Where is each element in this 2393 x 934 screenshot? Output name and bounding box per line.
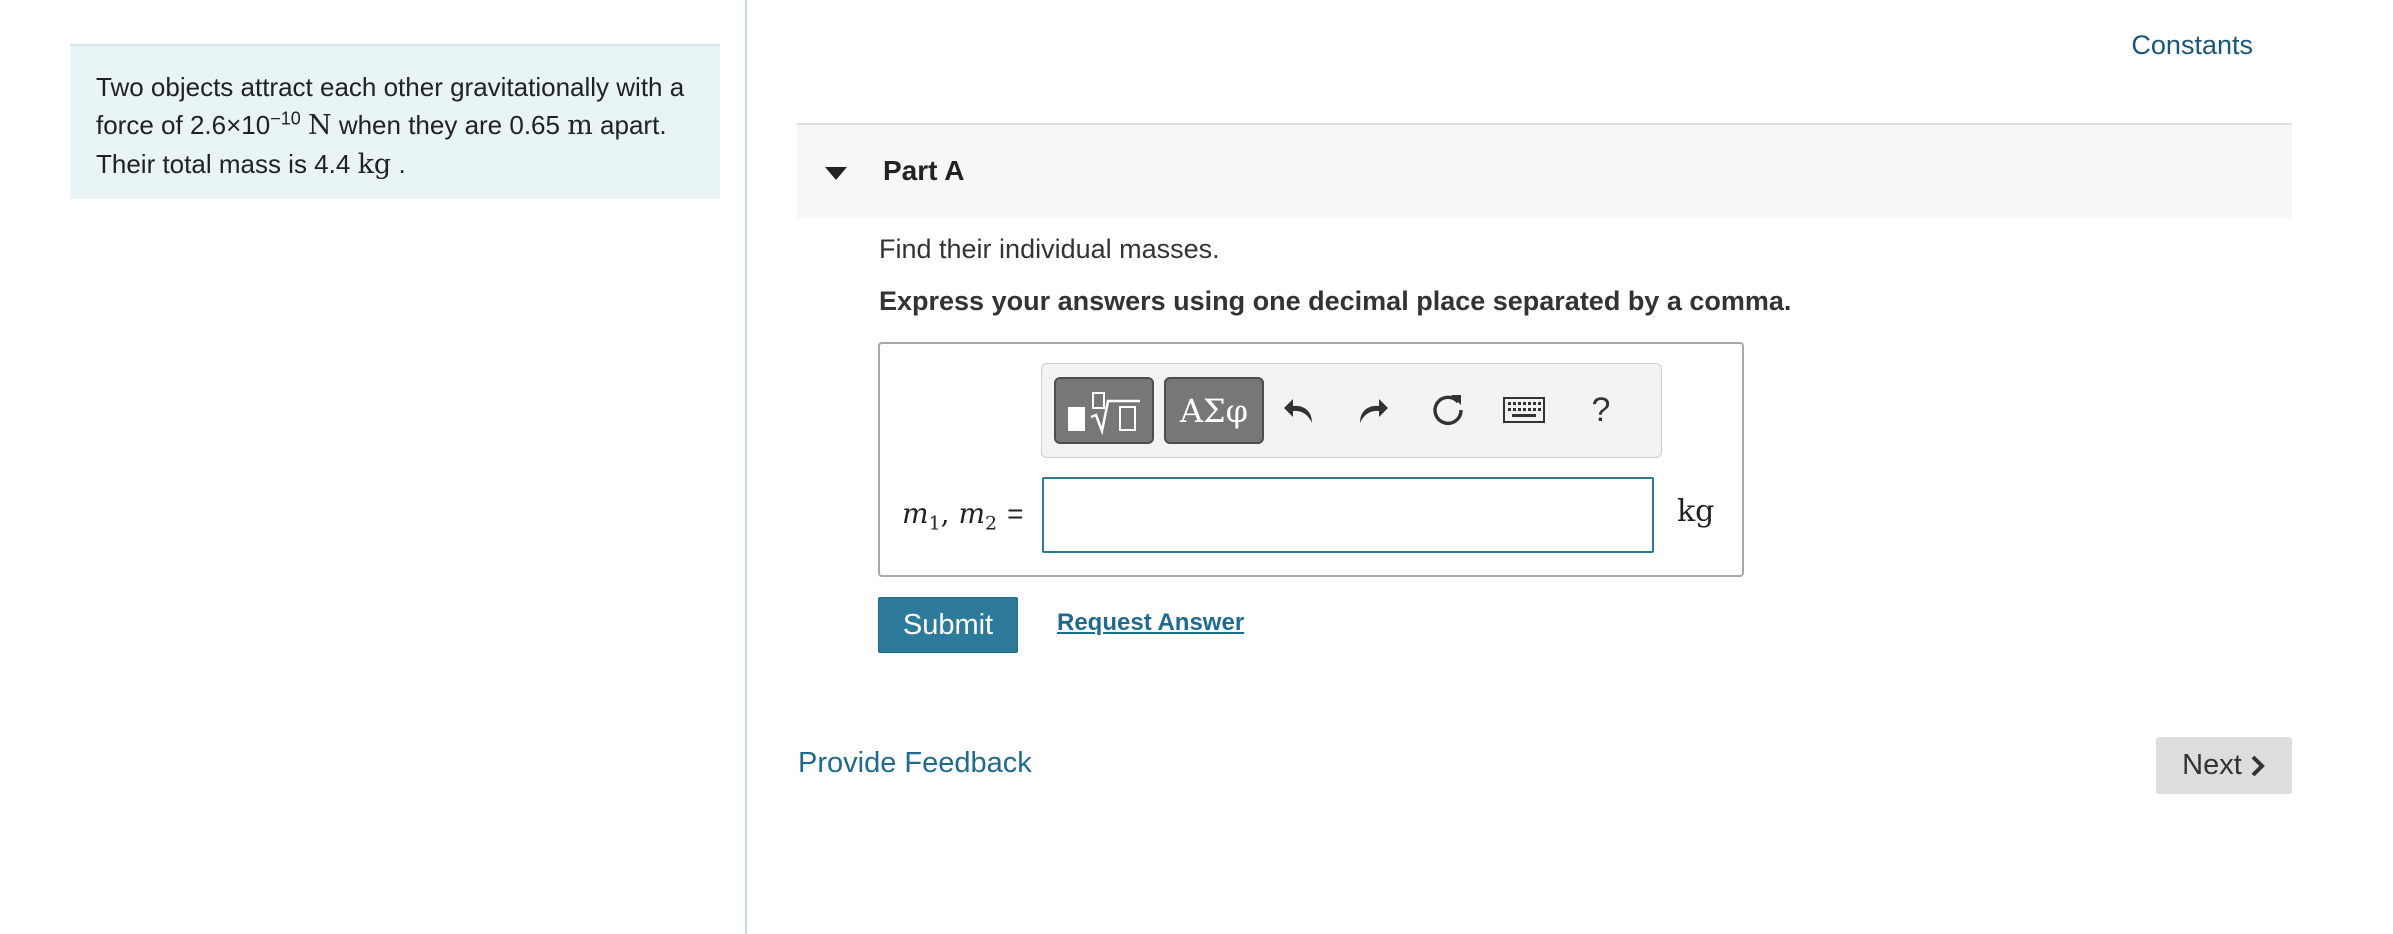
request-answer-link[interactable]: Request Answer	[1057, 609, 1244, 637]
templates-icon	[1068, 391, 1140, 435]
subscript-1: 1	[928, 512, 941, 535]
problem-text: .	[391, 149, 406, 179]
problem-text: apart.	[592, 110, 667, 140]
problem-text: force of	[96, 110, 190, 140]
math-toolbar: ΑΣφ ?	[1041, 363, 1662, 458]
force-coefficient: 2.6×10	[189, 110, 271, 140]
keyboard-button[interactable]	[1501, 386, 1547, 434]
reset-icon	[1433, 395, 1463, 426]
distance-value: 0.65	[509, 110, 560, 140]
undo-button[interactable]	[1276, 386, 1322, 434]
redo-button[interactable]	[1350, 386, 1396, 434]
chevron-right-icon	[2250, 754, 2266, 778]
help-button[interactable]: ?	[1578, 386, 1624, 434]
variable-m1: m	[902, 497, 929, 530]
problem-text: when they are	[331, 110, 510, 140]
problem-line-3: Their total mass is 4.4 kg .	[96, 145, 694, 184]
problem-line-1: Two objects attract each other gravitati…	[96, 72, 685, 102]
answer-variable-label: m1, m2 =	[902, 497, 1023, 535]
next-button[interactable]: Next	[2156, 737, 2292, 794]
answer-input[interactable]	[1042, 477, 1654, 553]
help-icon: ?	[1591, 390, 1611, 429]
reset-button[interactable]	[1425, 386, 1471, 434]
problem-statement: Two objects attract each other gravitati…	[70, 44, 720, 199]
greek-symbols-button[interactable]: ΑΣφ	[1164, 377, 1264, 444]
submit-button[interactable]: Submit	[878, 597, 1018, 653]
provide-feedback-link[interactable]: Provide Feedback	[798, 747, 1032, 780]
subscript-2: 2	[985, 512, 998, 535]
problem-line-2: force of 2.6×10−10 N when they are 0.65 …	[96, 106, 694, 145]
comma-separator: ,	[940, 497, 950, 530]
question-text: Find their individual masses.	[879, 234, 1220, 264]
templates-button[interactable]	[1054, 377, 1154, 444]
answer-unit: kg	[1677, 494, 1715, 529]
mass-unit: kg	[357, 149, 392, 180]
equals-sign: =	[1007, 498, 1024, 529]
redo-icon	[1360, 399, 1388, 423]
variable-m2: m	[958, 497, 986, 530]
undo-icon	[1284, 399, 1312, 423]
mass-value: 4.4	[314, 149, 351, 179]
instruction-text: Express your answers using one decimal p…	[879, 286, 1792, 316]
next-label: Next	[2182, 749, 2242, 781]
part-title: Part A	[883, 155, 965, 186]
problem-text: Their total mass is	[96, 149, 315, 179]
keyboard-icon	[1503, 397, 1545, 423]
constants-link[interactable]: Constants	[2131, 30, 2253, 61]
force-unit: N	[307, 110, 332, 141]
greek-symbols-icon: ΑΣφ	[1179, 391, 1249, 430]
panel-divider	[745, 0, 747, 934]
force-exponent: −10	[270, 108, 301, 129]
part-a-header[interactable]: Part A	[797, 123, 2292, 218]
distance-unit: m	[567, 110, 593, 141]
collapse-caret-icon[interactable]	[825, 167, 847, 180]
